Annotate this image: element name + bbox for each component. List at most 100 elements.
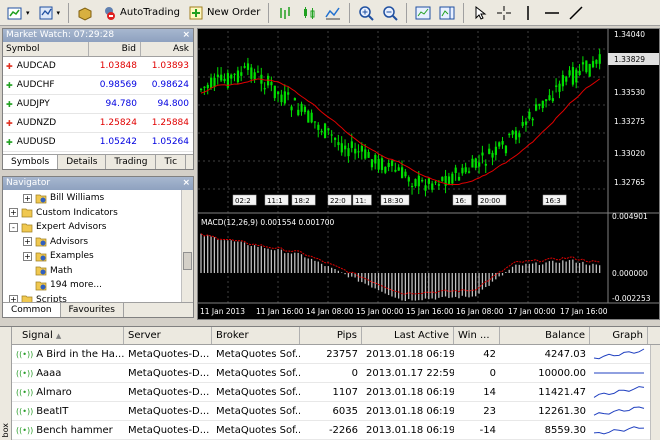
expand-icon[interactable]: + bbox=[23, 237, 32, 247]
navigator-item[interactable]: + Custom Indicators bbox=[3, 206, 193, 221]
col-symbol[interactable]: Symbol bbox=[3, 42, 89, 56]
candle-body bbox=[447, 176, 451, 184]
auto-scroll-button[interactable] bbox=[412, 2, 434, 24]
pips-cell: -2266 bbox=[328, 425, 358, 436]
sort-up-icon: ▲ bbox=[55, 332, 62, 340]
expert-icon bbox=[35, 281, 47, 291]
close-icon[interactable]: × bbox=[182, 29, 190, 42]
signal-row[interactable]: ((•)) Almaro MetaQuotes-D... MetaQuotes Sof… bbox=[12, 383, 660, 402]
candle-body bbox=[347, 148, 350, 157]
trendline-button[interactable] bbox=[565, 2, 587, 24]
chart-shift-button[interactable] bbox=[436, 2, 458, 24]
candle-body bbox=[511, 130, 514, 135]
navigator-item[interactable]: + Examples bbox=[3, 249, 193, 264]
market-watch-row[interactable]: ✚ AUDCAD 1.03848 1.03893 bbox=[3, 57, 193, 76]
new-chart-button[interactable]: ▾ bbox=[4, 2, 33, 24]
market-watch-row[interactable]: ✚ AUDNZD 1.25824 1.25884 bbox=[3, 114, 193, 133]
main-toolbar: ▾ ▾ AutoTrading New Order bbox=[0, 0, 660, 26]
ask-cell: 1.03893 bbox=[151, 61, 189, 71]
expand-icon[interactable]: + bbox=[23, 251, 32, 261]
new-order-button[interactable]: New Order bbox=[185, 2, 263, 24]
signals-scrollbar[interactable] bbox=[650, 345, 660, 440]
zoom-in-button[interactable] bbox=[355, 2, 377, 24]
tab-details[interactable]: Details bbox=[58, 155, 107, 169]
collapse-icon[interactable]: - bbox=[9, 222, 18, 232]
chart-window[interactable]: 1.34040 1.33829 1.33530 1.33275 1.33020 1.327… bbox=[197, 28, 660, 320]
col-win[interactable]: Win ... bbox=[454, 327, 500, 344]
symbol-name: AUDJPY bbox=[16, 98, 50, 109]
col-balance[interactable]: Balance bbox=[500, 327, 590, 344]
win-cell: -14 bbox=[479, 425, 496, 436]
candle-body bbox=[484, 163, 487, 166]
strategy-tester-button[interactable] bbox=[74, 2, 96, 24]
zoom-out-button[interactable] bbox=[379, 2, 401, 24]
market-watch-row[interactable]: ✚ AUDJPY 94.780 94.800 bbox=[3, 95, 193, 114]
new-order-icon bbox=[189, 6, 203, 19]
col-pips[interactable]: Pips bbox=[300, 327, 362, 344]
graph-cell bbox=[590, 402, 648, 420]
candlestick-button[interactable] bbox=[298, 2, 320, 24]
navigator-tree: + Bill Williams + Custom Indicators - Expert … bbox=[3, 190, 193, 307]
navigator-item[interactable]: Math bbox=[3, 264, 193, 279]
col-broker[interactable]: Broker bbox=[212, 327, 300, 344]
signal-row[interactable]: ((•)) Aaaa MetaQuotes-D... MetaQuotes Sof..… bbox=[12, 364, 660, 383]
price-chart[interactable]: 1.34040 1.33829 1.33530 1.33275 1.33020 1.327… bbox=[198, 29, 660, 320]
ask-cell: 1.25884 bbox=[151, 118, 189, 128]
navigator-item[interactable]: 194 more... bbox=[3, 278, 193, 293]
market-watch-row[interactable]: ✚ AUDUSD 1.05242 1.05264 bbox=[3, 133, 193, 152]
navigator-item[interactable]: + Bill Williams bbox=[3, 191, 193, 206]
event-marker-label: 16: bbox=[455, 197, 466, 205]
horizontal-line-button[interactable] bbox=[541, 2, 563, 24]
col-ask[interactable]: Ask bbox=[141, 42, 193, 56]
event-marker-label: 02:2 bbox=[235, 197, 251, 205]
candle-body bbox=[370, 159, 374, 168]
candle-body bbox=[334, 137, 337, 140]
event-marker-label: 16:3 bbox=[545, 197, 561, 205]
candle-body bbox=[501, 141, 504, 145]
bar-chart-button[interactable] bbox=[274, 2, 296, 24]
navigator-item[interactable]: + Advisors bbox=[3, 235, 193, 250]
bar-chart-icon bbox=[280, 6, 291, 19]
zoom-in-icon bbox=[359, 5, 375, 21]
autotrading-label: AutoTrading bbox=[120, 7, 180, 18]
signal-row[interactable]: ((•)) BeatIT MetaQuotes-D... MetaQuotes Sof… bbox=[12, 402, 660, 421]
signal-row[interactable]: ((•)) A Bird in the Ha... MetaQuotes-D... M… bbox=[12, 345, 660, 364]
crosshair-button[interactable] bbox=[493, 2, 515, 24]
cursor-button[interactable] bbox=[469, 2, 491, 24]
col-bid[interactable]: Bid bbox=[89, 42, 141, 56]
last-active-cell: 2013.01.18 06:19 bbox=[366, 406, 454, 417]
signal-name: BeatIT bbox=[36, 406, 69, 417]
tab-trading[interactable]: Trading bbox=[106, 155, 157, 169]
candle-body bbox=[246, 63, 250, 70]
navigator-scrollbar[interactable] bbox=[181, 190, 193, 302]
col-last-active[interactable]: Last Active bbox=[362, 327, 454, 344]
tab-ticks[interactable]: Tic bbox=[156, 155, 187, 169]
graph-cell bbox=[590, 364, 648, 382]
candle-body bbox=[568, 70, 571, 76]
scrollbar-thumb[interactable] bbox=[183, 252, 192, 270]
candle-body bbox=[283, 91, 286, 104]
col-signal[interactable]: Signal ▲ bbox=[12, 327, 124, 344]
col-graph[interactable]: Graph bbox=[590, 327, 648, 344]
signal-row[interactable]: ((•)) Bench hammer MetaQuotes-D... MetaQuot… bbox=[12, 421, 660, 440]
cube-icon bbox=[78, 6, 92, 21]
navigator-item[interactable]: - Expert Advisors bbox=[3, 220, 193, 235]
tab-favourites[interactable]: Favourites bbox=[61, 303, 124, 317]
col-server[interactable]: Server bbox=[124, 327, 212, 344]
close-icon[interactable]: × bbox=[182, 177, 190, 190]
expand-icon[interactable]: + bbox=[9, 208, 18, 218]
candle-body bbox=[210, 77, 213, 89]
pips-cell: 23757 bbox=[326, 349, 358, 360]
expand-icon[interactable]: + bbox=[23, 193, 32, 203]
tab-common[interactable]: Common bbox=[3, 303, 61, 317]
toolbox-side-label[interactable]: box bbox=[0, 327, 12, 440]
arrow-up-icon: ✚ bbox=[6, 99, 13, 109]
vertical-line-button[interactable] bbox=[517, 2, 539, 24]
market-watch-row[interactable]: ✚ AUDCHF 0.98569 0.98624 bbox=[3, 76, 193, 95]
autotrading-button[interactable]: AutoTrading bbox=[98, 2, 183, 24]
chart-shift-icon bbox=[439, 6, 455, 19]
candle-body bbox=[595, 59, 598, 64]
profiles-button[interactable]: ▾ bbox=[35, 2, 64, 24]
line-chart-button[interactable] bbox=[322, 2, 344, 24]
tab-symbols[interactable]: Symbols bbox=[3, 155, 59, 169]
